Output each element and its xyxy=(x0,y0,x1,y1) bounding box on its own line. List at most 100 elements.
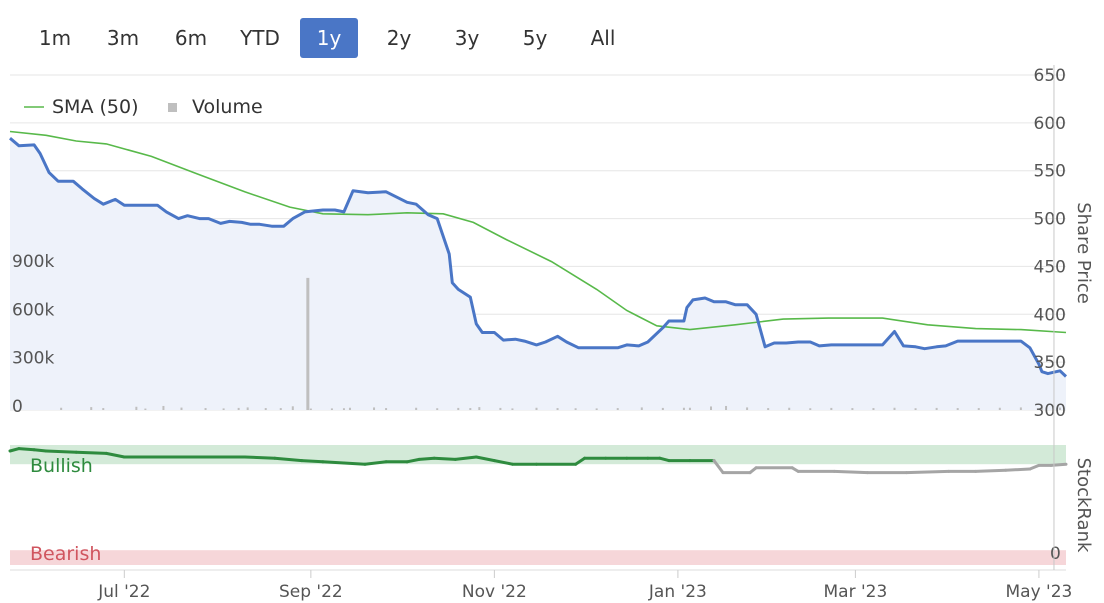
share-price-tick: 400 xyxy=(1034,305,1066,325)
legend[interactable]: SMA (50) Volume xyxy=(24,96,263,118)
volume-bar xyxy=(935,407,938,410)
volume-bar xyxy=(279,408,282,410)
share-price-axis-ticks: 650 600 550 500 450 400 350 300 xyxy=(1034,66,1066,421)
volume-bar xyxy=(661,407,664,410)
volume-bar xyxy=(246,407,249,410)
bearish-label: Bearish xyxy=(30,543,101,565)
volume-bar xyxy=(511,408,514,410)
share-price-tick: 300 xyxy=(1034,401,1066,421)
share-price-tick: 550 xyxy=(1034,162,1066,182)
stock-chart: SMA (50) Volume 650 600 550 500 450 400 350 300… xyxy=(8,65,1094,602)
volume-bar xyxy=(180,407,183,410)
stockrank-segment xyxy=(905,469,951,475)
price-area-fill xyxy=(10,138,1066,410)
volume-bar xyxy=(535,407,538,410)
volume-bar xyxy=(688,407,691,410)
share-price-tick: 450 xyxy=(1034,257,1066,277)
volume-bar xyxy=(306,277,310,410)
volume-bar xyxy=(436,408,439,410)
stockrank-segment xyxy=(32,448,48,453)
bullish-label: Bullish xyxy=(30,455,93,477)
stockrank-segment xyxy=(432,456,457,461)
volume-bar xyxy=(102,408,105,410)
stockrank-segment xyxy=(243,455,277,460)
volume-bar xyxy=(135,406,138,410)
volume-bar xyxy=(893,407,896,410)
volume-bar xyxy=(574,408,577,410)
volume-bar xyxy=(809,408,812,410)
volume-bar xyxy=(478,407,481,410)
volume-bar xyxy=(144,408,147,410)
volume-bar xyxy=(90,407,93,410)
legend-sma-label[interactable]: SMA (50) xyxy=(52,96,139,118)
volume-bar xyxy=(348,407,351,410)
stockrank-segment xyxy=(321,460,346,465)
volume-bar xyxy=(956,408,959,410)
stockrank-axis-title: StockRank xyxy=(1073,458,1094,553)
volume-bar xyxy=(788,407,791,410)
share-price-tick: 500 xyxy=(1034,210,1066,230)
volume-bar xyxy=(204,408,207,410)
volume-bar xyxy=(872,408,875,410)
volume-bar xyxy=(556,408,559,410)
volume-tick: 300k xyxy=(12,349,54,369)
volume-bar xyxy=(725,405,728,410)
volume-bar xyxy=(746,407,749,410)
volume-tick: 0 xyxy=(12,397,23,417)
volume-bar xyxy=(237,407,240,410)
x-tick-label: Mar '23 xyxy=(824,582,888,602)
volume-bar xyxy=(595,408,598,410)
volume-bar xyxy=(469,408,472,410)
volume-tick: 900k xyxy=(12,252,54,272)
stockrank-segment xyxy=(1004,467,1032,472)
legend-volume-swatch xyxy=(168,103,177,112)
volume-bar xyxy=(291,406,294,410)
stockrank-segment xyxy=(974,468,1008,473)
x-tick-label: Sep '22 xyxy=(279,582,343,602)
volume-bar xyxy=(60,407,63,410)
volume-bar xyxy=(373,407,376,410)
volume-bar xyxy=(709,406,712,410)
stockrank-segment xyxy=(342,461,367,466)
volume-bar xyxy=(264,408,267,410)
volume-tick: 600k xyxy=(12,300,54,320)
volume-bar xyxy=(767,408,770,410)
stockrank-segment xyxy=(17,447,36,452)
x-tick-label: Jan '23 xyxy=(648,582,707,602)
volume-bar xyxy=(309,408,312,410)
bearish-band xyxy=(10,550,1066,565)
volume-bar xyxy=(415,407,418,410)
bullish-band xyxy=(10,445,1066,465)
share-price-tick: 650 xyxy=(1034,66,1066,86)
volume-bar xyxy=(998,407,1001,410)
volume-bar xyxy=(499,407,502,410)
volume-bar xyxy=(914,408,917,410)
stockrank-segment xyxy=(300,459,325,464)
x-tick-label: Nov '22 xyxy=(462,582,527,602)
volume-bar xyxy=(330,408,333,410)
price-area xyxy=(10,138,1066,410)
volume-bar xyxy=(457,407,460,410)
volume-bar xyxy=(830,407,833,410)
volume-bar xyxy=(640,407,643,410)
stockrank-segment xyxy=(417,456,436,461)
x-tick-label: May '23 xyxy=(1005,582,1072,602)
volume-bar xyxy=(385,408,388,410)
volume-bar xyxy=(977,408,980,410)
volume-bar xyxy=(851,408,854,410)
volume-bar xyxy=(1019,407,1022,410)
stockrank-zero-tick: 0 xyxy=(1050,544,1061,564)
share-price-axis-title: Share Price xyxy=(1073,202,1094,304)
volume-bar xyxy=(222,408,225,410)
volume-bar xyxy=(342,408,345,410)
x-tick-label: Jul '22 xyxy=(97,582,150,602)
stockrank-segment xyxy=(74,450,108,455)
legend-volume-label[interactable]: Volume xyxy=(192,96,263,118)
volume-bar xyxy=(162,405,165,410)
stockrank-segment xyxy=(832,469,869,475)
volume-bar xyxy=(616,408,619,410)
share-price-tick: 600 xyxy=(1034,114,1066,134)
share-price-tick: 350 xyxy=(1034,353,1066,373)
volume-bar xyxy=(682,407,685,410)
stockrank-segment xyxy=(1049,462,1068,467)
